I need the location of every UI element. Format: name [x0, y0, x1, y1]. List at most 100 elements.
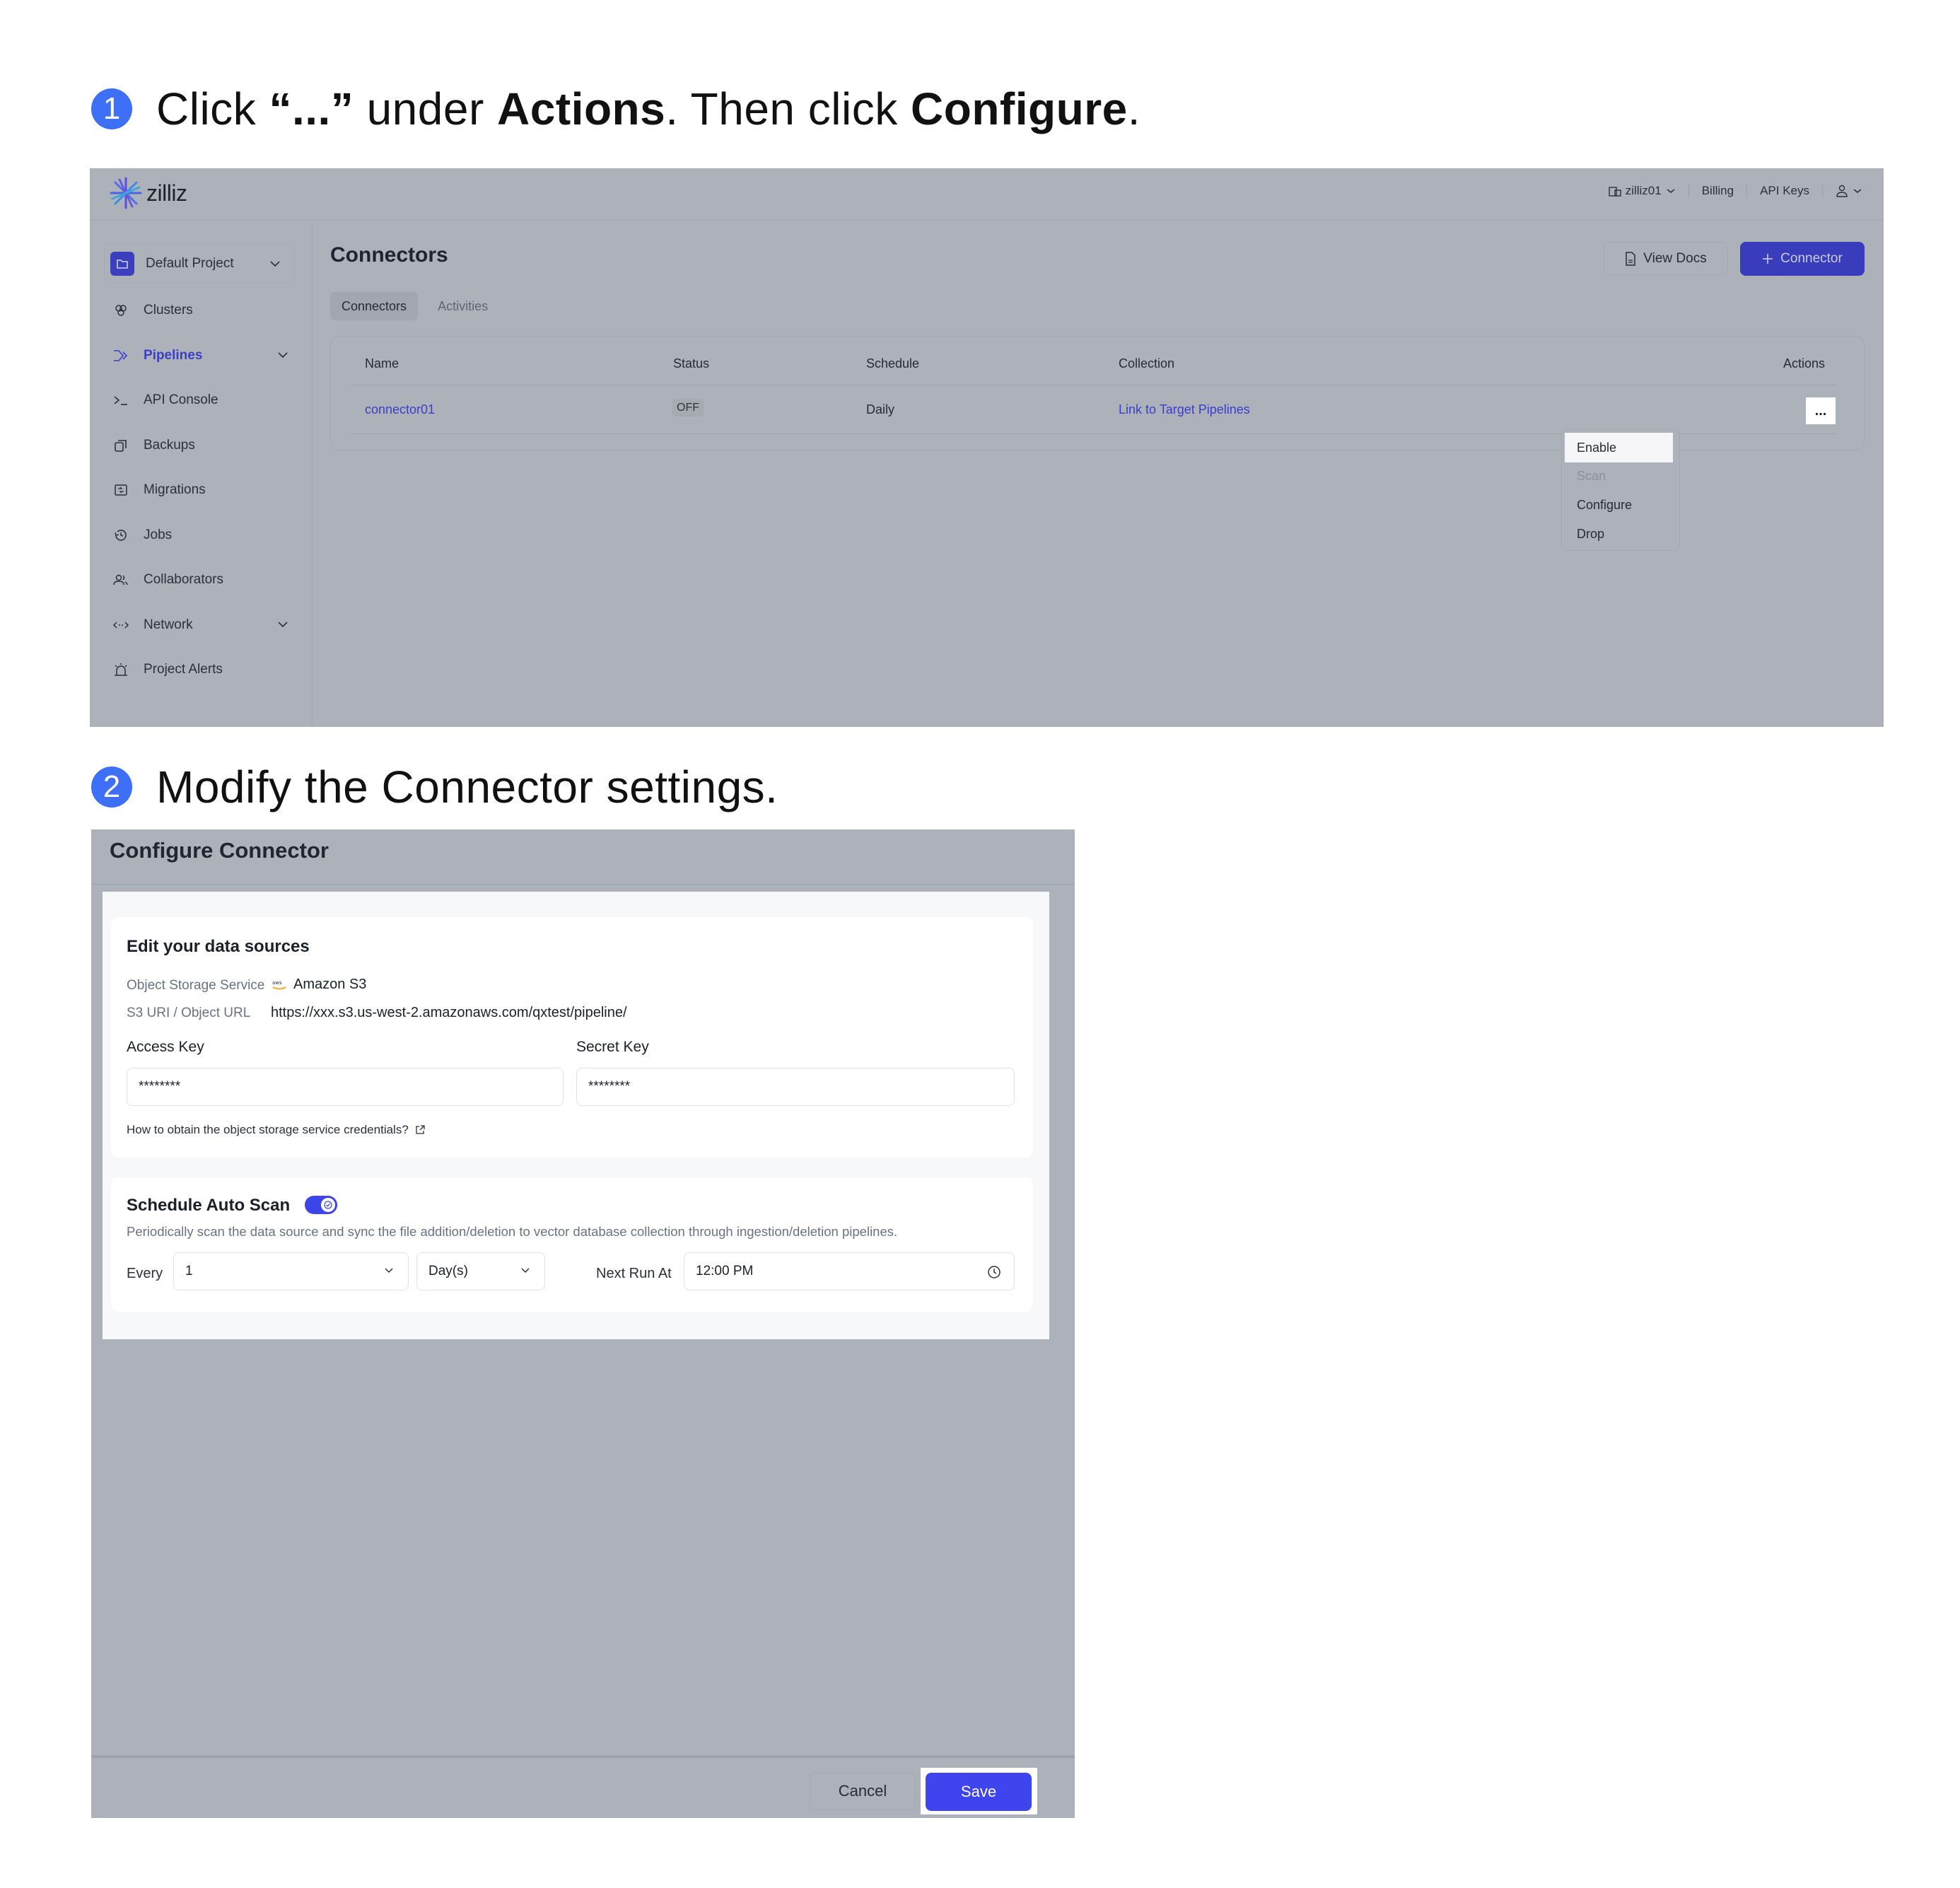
step-1-text: Click “...” under Actions. Then click Co…	[156, 83, 1141, 135]
sidebar-item-label: Collaborators	[144, 572, 223, 587]
menu-item-drop[interactable]: Drop	[1565, 519, 1673, 549]
tabs: Connectors Activities	[330, 292, 499, 320]
cancel-button[interactable]: Cancel	[810, 1772, 916, 1810]
emphasis-text: Actions	[497, 83, 666, 134]
target-pipelines-link[interactable]: Link to Target Pipelines	[1119, 402, 1250, 417]
secret-key-label: Secret Key	[576, 1039, 649, 1055]
history-icon	[112, 527, 129, 544]
connector-name-link[interactable]: connector01	[365, 402, 435, 417]
emphasis-text: Configure	[911, 83, 1128, 134]
alarm-icon	[112, 661, 129, 678]
divider	[91, 884, 1075, 885]
check-icon	[321, 1198, 335, 1212]
users-icon	[112, 571, 129, 588]
backups-icon	[112, 437, 129, 454]
chevron-down-icon	[1853, 189, 1862, 193]
project-selector[interactable]: Default Project	[104, 244, 295, 284]
unit-select[interactable]: Day(s)	[416, 1252, 545, 1290]
data-sources-heading: Edit your data sources	[127, 937, 310, 956]
sidebar-item-label: Jobs	[144, 527, 173, 542]
tab-activities[interactable]: Activities	[426, 292, 499, 320]
network-icon	[112, 617, 129, 634]
connectors-screenshot: zilliz zilliz01 Billing API Keys Default…	[90, 168, 1884, 727]
sidebar-item-migrations[interactable]: Migrations	[112, 479, 289, 501]
column-header-actions: Actions	[1783, 356, 1826, 371]
configure-connector-dialog: Configure Connector Edit your data sourc…	[91, 829, 1075, 1818]
sidebar-item-label: Project Alerts	[144, 662, 223, 677]
sidebar-item-label: Pipelines	[144, 347, 203, 363]
menu-item-enable[interactable]: Enable	[1565, 433, 1673, 462]
menu-item-configure[interactable]: Configure	[1565, 490, 1673, 520]
instruction-text: Click	[156, 83, 269, 134]
chevron-down-icon	[276, 348, 289, 363]
instruction-text: under	[354, 83, 498, 134]
sidebar-item-clusters[interactable]: Clusters	[112, 300, 289, 321]
dialog-title: Configure Connector	[110, 838, 329, 863]
view-docs-button[interactable]: View Docs	[1604, 242, 1728, 276]
tab-connectors[interactable]: Connectors	[330, 292, 419, 320]
schedule-description: Periodically scan the data source and sy…	[127, 1224, 898, 1239]
schedule-value: Daily	[866, 402, 895, 416]
sidebar-item-label: API Console	[144, 392, 218, 407]
chevron-down-icon	[521, 1268, 530, 1274]
top-bar: zilliz zilliz01 Billing API Keys	[90, 168, 1884, 221]
pipelines-icon	[112, 347, 129, 364]
sidebar-item-network[interactable]: Network	[112, 614, 289, 636]
sidebar: Default Project Clusters Pipelines API Con…	[90, 221, 313, 727]
column-header-status: Status	[673, 356, 710, 371]
interval-select[interactable]: 1	[173, 1252, 409, 1290]
org-name: zilliz01	[1625, 184, 1662, 197]
step-1-instruction: 1 Click “...” under Actions. Then click …	[91, 83, 1141, 135]
sidebar-item-jobs[interactable]: Jobs	[112, 525, 289, 546]
object-storage-label: Object Storage Service	[127, 978, 265, 993]
column-header-schedule: Schedule	[866, 356, 920, 371]
sidebar-item-collaborators[interactable]: Collaborators	[112, 569, 289, 590]
data-sources-card: Edit your data sources Object Storage Se…	[111, 917, 1033, 1158]
plus-icon	[1763, 254, 1773, 264]
secret-key-input[interactable]: ********	[576, 1068, 1015, 1106]
status-badge: OFF	[672, 399, 704, 416]
user-menu[interactable]	[1836, 185, 1862, 197]
next-run-label: Next Run At	[596, 1266, 672, 1281]
terminal-icon	[112, 392, 129, 409]
menu-item-scan: Scan	[1577, 468, 1606, 483]
aws-icon: aws	[272, 980, 286, 989]
zilliz-logo[interactable]: zilliz	[110, 177, 187, 209]
instruction-text: Modify the Connector settings.	[156, 762, 778, 812]
project-name: Default Project	[146, 256, 234, 271]
zilliz-star-icon	[110, 177, 142, 209]
svg-text:aws: aws	[272, 980, 282, 986]
every-label: Every	[127, 1266, 163, 1281]
sidebar-item-project-alerts[interactable]: Project Alerts	[112, 659, 289, 680]
chevron-down-icon	[1667, 189, 1675, 193]
more-actions-button[interactable]: ...	[1806, 397, 1836, 424]
step-number-badge: 1	[91, 88, 132, 129]
credentials-help-link[interactable]: How to obtain the object storage service…	[127, 1123, 426, 1137]
instruction-text: .	[1127, 83, 1141, 134]
api-keys-link[interactable]: API Keys	[1760, 184, 1809, 198]
auto-scan-toggle[interactable]	[305, 1196, 337, 1214]
save-button[interactable]: Save	[926, 1773, 1032, 1811]
sidebar-item-pipelines[interactable]: Pipelines	[112, 345, 289, 366]
user-icon	[1836, 185, 1848, 197]
billing-link[interactable]: Billing	[1702, 184, 1734, 198]
footer-divider	[91, 1755, 1075, 1758]
document-icon	[1626, 252, 1636, 266]
org-switcher[interactable]: zilliz01	[1608, 184, 1676, 198]
access-key-label: Access Key	[127, 1039, 204, 1055]
add-connector-button[interactable]: Connector	[1740, 242, 1865, 276]
step-number-badge: 2	[91, 767, 132, 808]
instruction-text: . Then click	[665, 83, 911, 134]
clusters-icon	[112, 302, 129, 319]
chevron-down-icon	[276, 617, 289, 633]
sidebar-item-label: Migrations	[144, 482, 206, 497]
next-run-time-picker[interactable]: 12:00 PM	[684, 1252, 1015, 1290]
sidebar-item-label: Clusters	[144, 303, 193, 317]
top-nav: zilliz01 Billing API Keys	[1608, 184, 1862, 198]
sidebar-item-api-console[interactable]: API Console	[112, 390, 289, 411]
column-header-collection: Collection	[1119, 356, 1175, 371]
divider	[1822, 184, 1823, 198]
clock-icon	[988, 1266, 1001, 1278]
sidebar-item-backups[interactable]: Backups	[112, 435, 289, 456]
access-key-input[interactable]: ********	[127, 1068, 564, 1106]
